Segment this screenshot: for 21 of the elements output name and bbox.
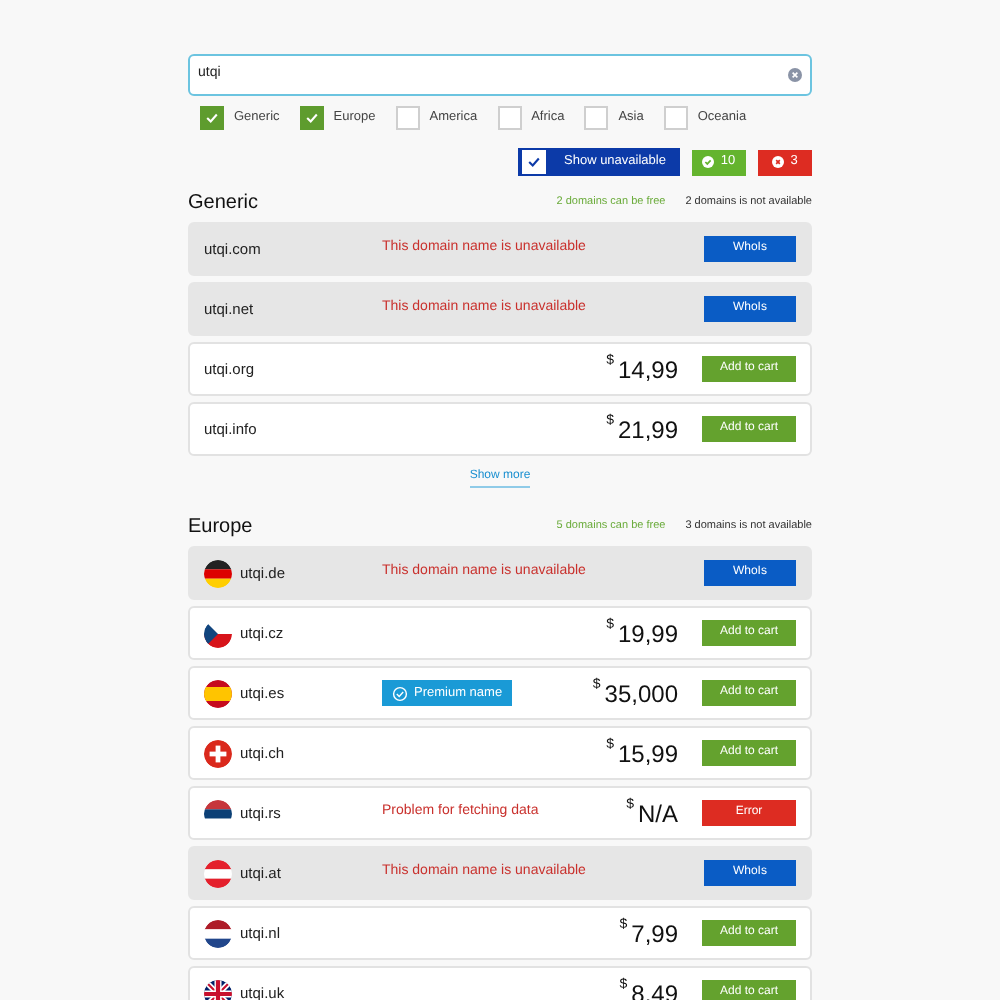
check-icon — [702, 156, 715, 168]
verified-icon — [392, 685, 408, 701]
flag-icon — [204, 919, 232, 947]
checkbox[interactable] — [663, 106, 688, 130]
checkbox[interactable] — [200, 106, 224, 130]
checkbox[interactable] — [584, 106, 609, 130]
checkbox[interactable] — [395, 106, 420, 130]
flag-icon — [204, 739, 232, 767]
flag-icon — [204, 559, 232, 587]
flag-icon — [204, 619, 232, 647]
checkbox[interactable] — [299, 106, 324, 130]
close-icon — [772, 156, 785, 168]
checkbox[interactable] — [497, 106, 522, 130]
flag-icon — [204, 679, 232, 707]
checkmark-icon — [526, 154, 542, 170]
checkmark-icon — [204, 110, 220, 126]
clear-icon[interactable] — [788, 68, 802, 82]
section-title: Europe — [188, 513, 255, 541]
section-title: Generic — [188, 189, 261, 217]
checkmark-icon — [303, 110, 320, 126]
flag-icon — [204, 859, 232, 887]
